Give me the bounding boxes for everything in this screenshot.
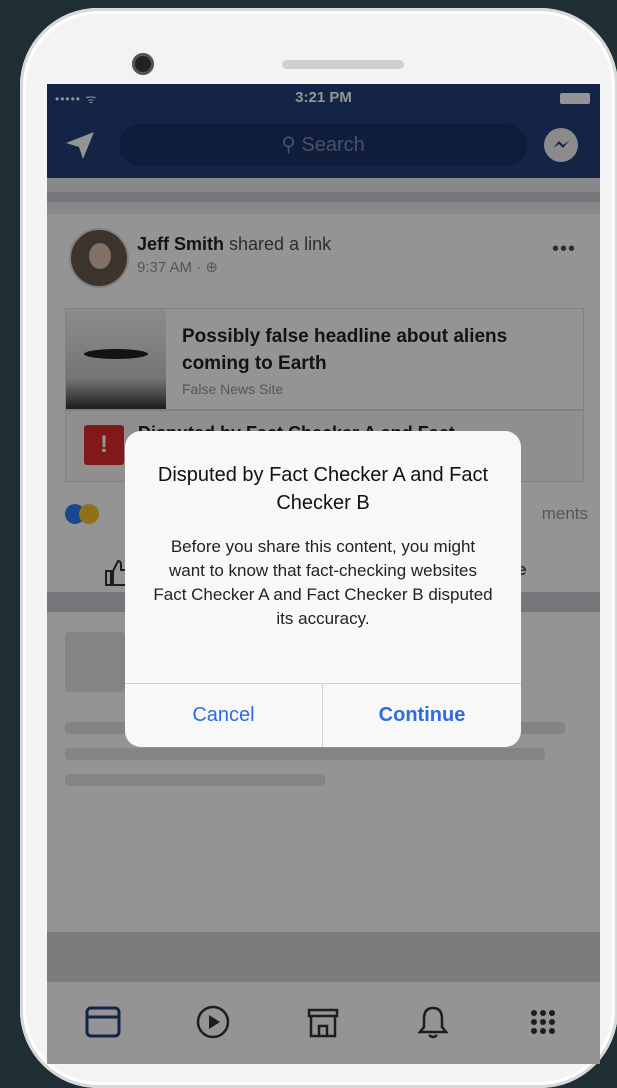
dialog-title: Disputed by Fact Checker A and Fact Chec… <box>157 464 489 514</box>
continue-button[interactable]: Continue <box>323 683 521 747</box>
dialog-message: Before you share this content, you might… <box>153 537 493 628</box>
dispute-alert-dialog: Disputed by Fact Checker A and Fact Chec… <box>125 431 521 747</box>
speaker-grille <box>282 60 404 69</box>
camera-icon <box>132 53 154 75</box>
phone-screen: ••••• ᯤ 3:21 PM ⚲ Search Jeff Smith shar… <box>47 84 600 1064</box>
cancel-button[interactable]: Cancel <box>125 683 322 747</box>
